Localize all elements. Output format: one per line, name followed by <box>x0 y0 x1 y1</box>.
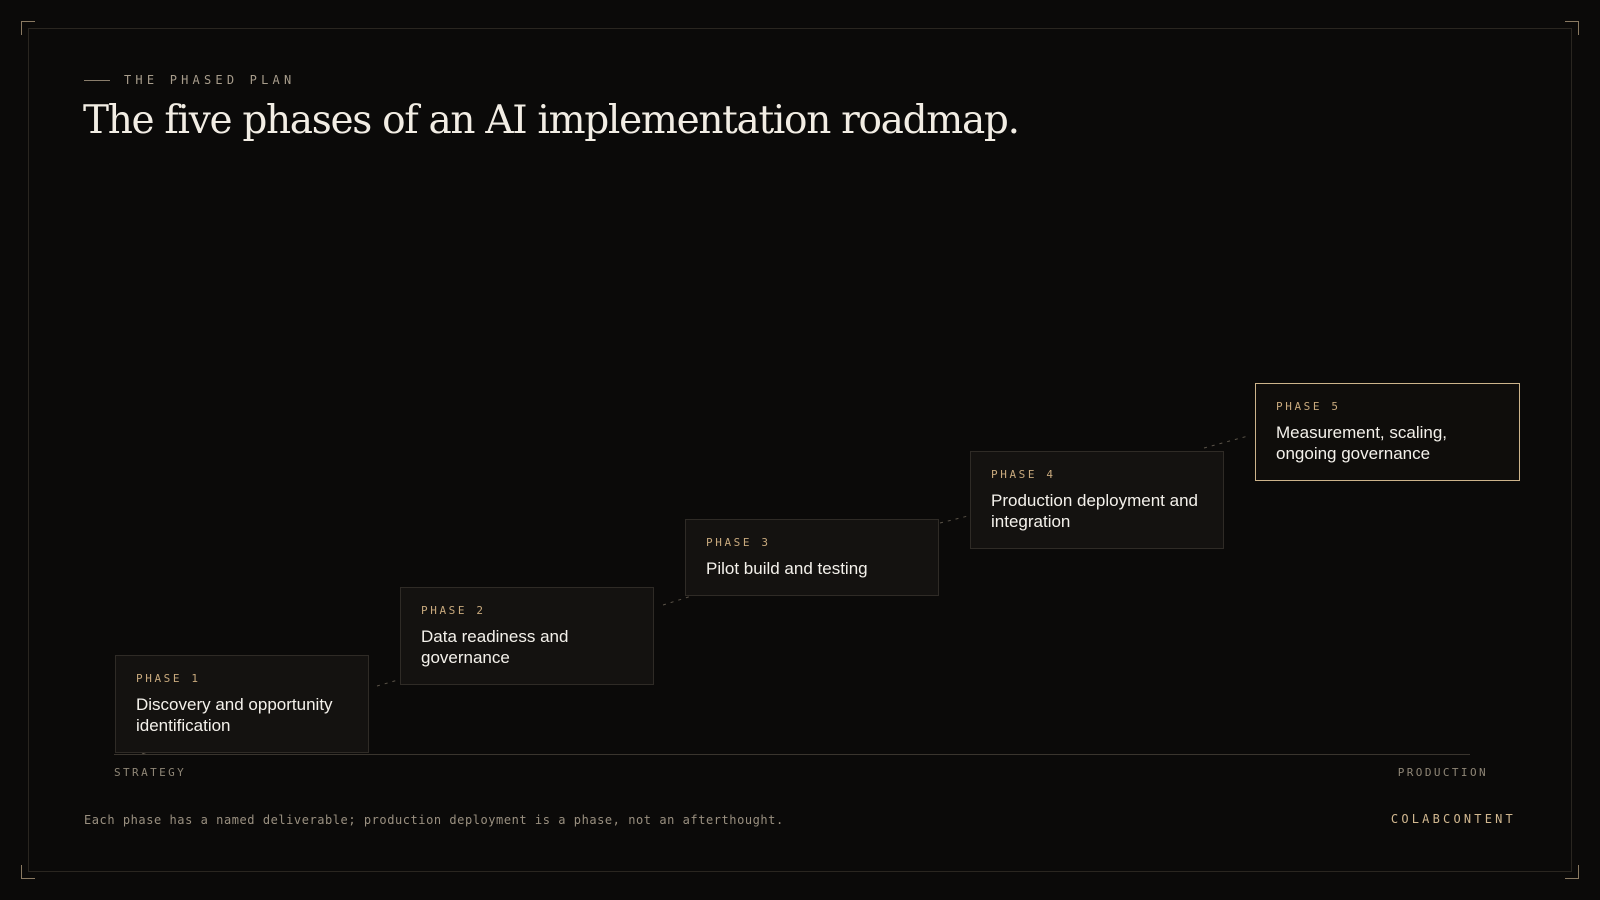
phase-card-3: PHASE 3 Pilot build and testing <box>685 519 939 596</box>
phase-card-5: PHASE 5 Measurement, scaling, ongoing go… <box>1255 383 1520 481</box>
phase-label: PHASE 3 <box>706 536 771 549</box>
corner-mark-top-left <box>21 21 35 35</box>
phase-card-4: PHASE 4 Production deployment and integr… <box>970 451 1224 549</box>
phase-title: Measurement, scaling, ongoing governance <box>1276 423 1448 463</box>
corner-mark-top-right <box>1565 21 1579 35</box>
corner-mark-bottom-left <box>21 865 35 879</box>
phase-title: Pilot build and testing <box>706 559 868 578</box>
axis-line <box>114 754 1470 755</box>
phase-title: Discovery and opportunity identification <box>136 695 333 735</box>
phase-card-1: PHASE 1 Discovery and opportunity identi… <box>115 655 369 753</box>
axis-start-label: STRATEGY <box>114 766 187 779</box>
footnote: Each phase has a named deliverable; prod… <box>84 813 784 827</box>
eyebrow: THE PHASED PLAN <box>84 73 295 87</box>
phase-label: PHASE 5 <box>1276 400 1341 413</box>
phase-label: PHASE 2 <box>421 604 486 617</box>
phase-title: Production deployment and integration <box>991 491 1198 531</box>
axis-end-label: PRODUCTION <box>1397 766 1488 779</box>
page-title: The five phases of an AI implementation … <box>83 98 1020 143</box>
eyebrow-text: THE PHASED PLAN <box>124 73 296 87</box>
phase-title: Data readiness and governance <box>421 627 569 667</box>
phase-label: PHASE 1 <box>136 672 201 685</box>
phase-label: PHASE 4 <box>991 468 1056 481</box>
phase-card-2: PHASE 2 Data readiness and governance <box>400 587 654 685</box>
corner-mark-bottom-right <box>1565 865 1579 879</box>
brand-logo: COLABCONTENT <box>1390 812 1516 826</box>
eyebrow-rule <box>84 79 110 81</box>
